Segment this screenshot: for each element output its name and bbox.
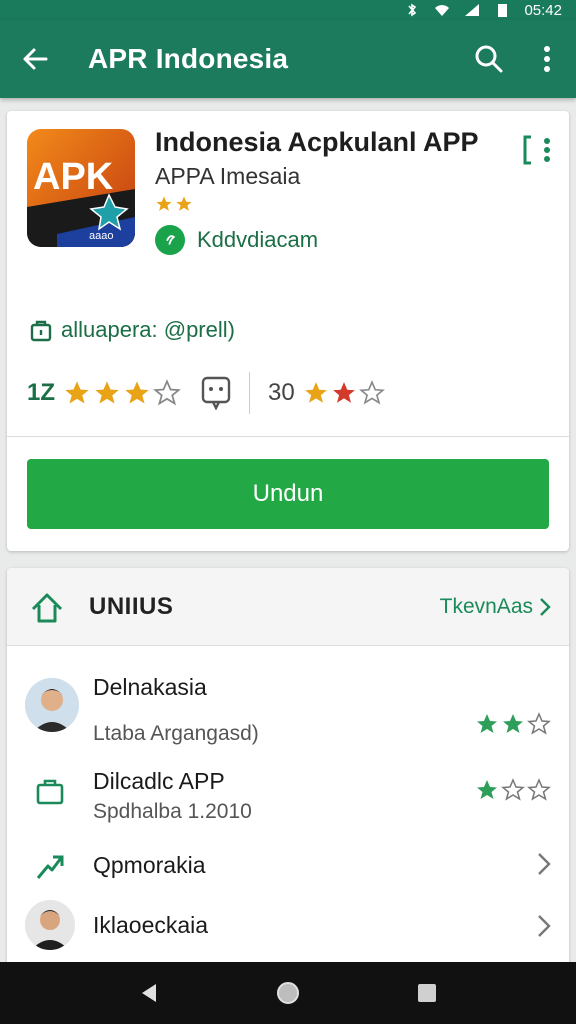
star-outline-icon [527,712,551,735]
system-nav-bar [0,962,576,1024]
chevron-right-icon [540,597,551,616]
related-section-card: UNIIUS TkevnAas Delnakasia Ltaba Arganga… [7,568,569,968]
nav-home-button[interactable] [258,963,318,1023]
app-bar-title: APR Indonesia [88,43,289,74]
bag-icon [36,779,64,805]
list-item[interactable]: Qpmorakia [7,846,569,906]
verified-icon [155,225,185,255]
section-header[interactable]: UNIIUS TkevnAas [7,568,569,646]
see-more-label: TkevnAas [439,594,533,618]
arrow-back-icon [23,48,48,70]
item-subtitle: Ltaba Argangasd) [93,722,259,745]
item-title: Dilcadlc APP [93,768,225,794]
see-more-link[interactable]: TkevnAas [440,595,551,619]
second-rating-count: 30 [268,379,295,406]
search-button[interactable] [460,20,518,98]
app-meta-text: alluapera: @prell) [61,317,235,342]
star-icon [477,780,497,799]
section-title: UNIIUS [89,592,174,620]
star-outline-icon [153,379,181,406]
star-icon [332,382,355,403]
star-icon [477,714,497,733]
item-rating [475,778,551,802]
rating-count: 1Z [27,379,56,406]
star-icon [176,196,192,211]
star-outline-icon [358,380,385,405]
rating-row: 1Z 30 [27,372,547,414]
item-subtitle: Spdhalba 1.2010 [93,800,252,823]
back-triangle-icon [142,984,157,1002]
signal-icon [465,4,480,16]
home-outline-icon [31,593,63,622]
developer-row[interactable]: Kddvdiacam [155,225,318,255]
app-subtitle: APPA Imesaia [155,163,301,189]
app-meta-line: alluapera: @prell) [29,317,235,343]
app-icon[interactable]: APK aaao [27,129,135,247]
item-rating [475,712,551,736]
back-button[interactable] [0,20,70,98]
nav-recents-button[interactable] [397,963,457,1023]
item-title: Iklaoeckaia [93,912,209,938]
chevron-right-icon [538,915,551,937]
list-item[interactable]: Delnakasia Ltaba Argangasd) [7,668,569,758]
second-rating-stars [303,380,385,406]
app-icon-text: APK [33,156,114,198]
chat-icon[interactable] [201,376,231,410]
recents-square-icon [417,984,436,1002]
app-details-card: APK aaao Indonesia Acpkulanl APP APPA Im… [7,111,569,551]
install-button[interactable]: Undun [27,459,549,529]
app-title: Indonesia Acpkulanl APP [155,127,479,157]
star-icon [95,381,119,404]
rating-divider [249,372,251,414]
status-time: 05:42 [524,1,562,19]
search-icon [475,45,503,73]
home-circle-icon [276,982,299,1004]
star-icon [65,381,89,404]
item-title: Delnakasia [93,674,207,700]
wifi-icon [435,5,450,16]
app-small-rating [155,195,193,213]
app-icon-subtext: aaao [89,230,113,242]
wishlist-icon[interactable] [521,133,555,167]
star-icon [125,381,149,404]
divider [7,436,569,437]
developer-name: Kddvdiacam [197,227,319,252]
star-outline-icon [501,778,525,801]
overflow-menu-button[interactable] [518,20,576,98]
status-bar: 05:42 [0,0,576,20]
avatar [25,900,75,950]
star-outline-icon [527,778,551,801]
trending-icon [36,855,64,879]
star-icon [503,714,523,733]
bluetooth-icon [408,3,417,17]
list-item[interactable]: Iklaoeckaia [7,900,569,966]
item-title: Qpmorakia [93,852,206,878]
more-vert-icon [544,46,550,72]
bag-icon [30,320,52,342]
star-icon [304,382,327,403]
avatar [25,678,79,732]
battery-icon [498,4,508,17]
chevron-right-icon [538,853,551,875]
star-icon [156,196,172,211]
nav-back-button[interactable] [119,963,179,1023]
rating-stars [63,379,181,407]
list-item[interactable]: Dilcadlc APP Spdhalba 1.2010 [7,766,569,836]
app-bar: APR Indonesia [0,20,576,98]
